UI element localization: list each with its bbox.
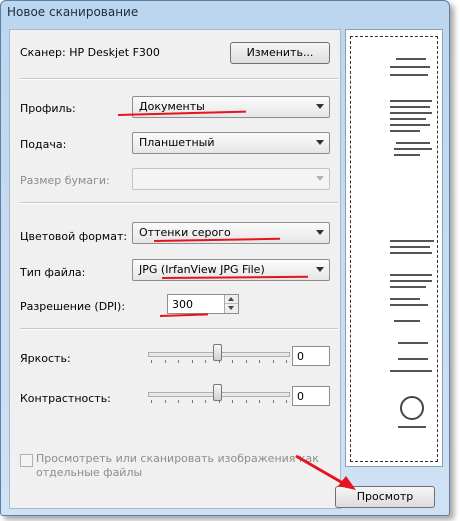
preview-text-line bbox=[396, 58, 426, 60]
preview-text-line bbox=[390, 298, 420, 300]
spinner-buttons[interactable] bbox=[224, 295, 238, 313]
source-label: Подача: bbox=[20, 138, 67, 151]
preview-text-line bbox=[390, 100, 432, 102]
slider-tick bbox=[178, 360, 179, 363]
contrast-label: Контрастность: bbox=[20, 392, 111, 405]
brightness-input[interactable]: 0 bbox=[292, 346, 330, 366]
paper-size-label: Размер бумаги: bbox=[20, 174, 110, 187]
preview-text-line bbox=[390, 280, 432, 282]
preview-text-line bbox=[398, 358, 428, 360]
slider-tick bbox=[286, 360, 287, 363]
chevron-down-icon bbox=[316, 230, 324, 235]
settings-panel: Сканер: HP Deskjet F300 Изменить... Проф… bbox=[9, 29, 341, 509]
source-value: Планшетный bbox=[139, 136, 215, 149]
slider-tick bbox=[232, 360, 233, 363]
contrast-input[interactable]: 0 bbox=[292, 386, 330, 406]
slider-tick bbox=[191, 360, 193, 363]
spin-up-icon[interactable] bbox=[225, 295, 238, 304]
divider bbox=[20, 328, 338, 330]
contrast-value: 0 bbox=[297, 390, 304, 403]
preview-text-line bbox=[390, 252, 432, 254]
separate-files-checkbox[interactable] bbox=[20, 454, 33, 467]
scan-dialog-window: Новое сканирование Сканер: HP Deskjet F3… bbox=[0, 0, 450, 516]
window-title: Новое сканирование bbox=[7, 5, 139, 19]
preview-text-line bbox=[390, 106, 430, 108]
slider-tick bbox=[191, 400, 193, 403]
preview-text-line bbox=[394, 154, 420, 156]
slider-tick bbox=[286, 400, 287, 403]
file-type-value: JPG (IrfanView JPG File) bbox=[139, 263, 265, 276]
chevron-down-icon bbox=[316, 176, 324, 181]
source-select[interactable]: Планшетный bbox=[132, 132, 330, 154]
chevron-down-icon bbox=[316, 104, 324, 109]
slider-tick bbox=[245, 360, 247, 363]
preview-text-line bbox=[390, 304, 428, 306]
preview-text-line bbox=[394, 320, 420, 322]
brightness-slider-thumb[interactable] bbox=[213, 344, 222, 361]
slider-tick bbox=[232, 400, 233, 403]
slider-tick bbox=[164, 400, 166, 403]
slider-tick bbox=[205, 360, 206, 363]
preview-text-line bbox=[390, 74, 428, 76]
slider-tick bbox=[164, 360, 166, 363]
separate-files-label: Просмотреть или сканировать изображения … bbox=[36, 452, 319, 479]
file-type-label: Тип файла: bbox=[20, 266, 86, 279]
slider-tick bbox=[272, 400, 274, 403]
slider-tick bbox=[245, 400, 247, 403]
divider bbox=[20, 202, 338, 204]
profile-label: Профиль: bbox=[20, 102, 76, 115]
preview-text-line bbox=[394, 148, 432, 150]
preview-pane bbox=[345, 29, 443, 467]
preview-text-line bbox=[396, 142, 430, 144]
chevron-down-icon bbox=[316, 267, 324, 272]
slider-tick bbox=[259, 360, 260, 363]
color-format-value: Оттенки серого bbox=[139, 226, 231, 239]
resolution-value: 300 bbox=[172, 298, 193, 311]
preview-stamp-icon bbox=[400, 396, 424, 420]
preview-text-line bbox=[390, 66, 430, 68]
divider bbox=[20, 78, 338, 80]
brightness-label: Яркость: bbox=[20, 352, 71, 365]
slider-tick bbox=[151, 400, 152, 403]
preview-text-line bbox=[390, 112, 432, 114]
contrast-slider-thumb[interactable] bbox=[213, 384, 222, 401]
brightness-value: 0 bbox=[297, 350, 304, 363]
preview-text-line bbox=[390, 240, 434, 242]
preview-text-line bbox=[398, 342, 428, 344]
preview-text-line bbox=[390, 286, 426, 288]
annotation-arrow-icon bbox=[295, 454, 356, 490]
slider-tick bbox=[272, 360, 274, 363]
spin-down-icon[interactable] bbox=[225, 304, 238, 312]
scanner-label: Сканер: HP Deskjet F300 bbox=[20, 46, 160, 59]
color-format-label: Цветовой формат: bbox=[20, 230, 128, 243]
preview-text-line bbox=[390, 274, 432, 276]
preview-text-line bbox=[390, 246, 430, 248]
resolution-spinner[interactable]: 300 bbox=[167, 294, 239, 314]
resolution-label: Разрешение (DPI): bbox=[20, 300, 126, 313]
preview-text-line bbox=[390, 118, 426, 120]
slider-tick bbox=[259, 400, 260, 403]
slider-tick bbox=[205, 400, 206, 403]
slider-tick bbox=[151, 360, 152, 363]
preview-text-line bbox=[390, 130, 420, 132]
preview-text-line bbox=[398, 426, 426, 428]
preview-text-line bbox=[390, 370, 432, 372]
paper-size-select bbox=[132, 168, 330, 190]
slider-tick bbox=[178, 400, 179, 403]
preview-text-line bbox=[390, 124, 430, 126]
change-scanner-button[interactable]: Изменить... bbox=[230, 42, 330, 64]
chevron-down-icon bbox=[316, 140, 324, 145]
